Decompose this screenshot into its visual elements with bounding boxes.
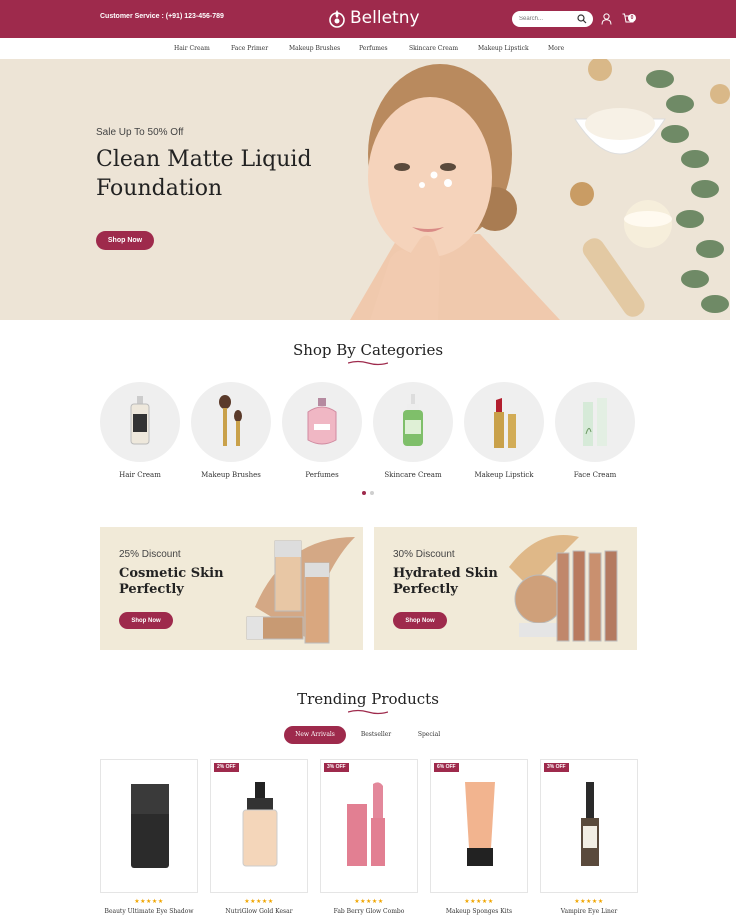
search-input[interactable]	[519, 14, 579, 24]
discount-badge: 2% OFF	[214, 763, 239, 772]
category-image[interactable]	[282, 382, 362, 462]
rating-stars: ★★★★★	[464, 899, 494, 905]
product-name[interactable]: Makeup Sponges Kits	[430, 908, 528, 915]
customer-service-text: Customer Service : (+91) 123-456-789	[100, 13, 224, 20]
product-name[interactable]: Vampire Eye Liner	[540, 908, 638, 915]
carousel-dot[interactable]	[370, 491, 374, 495]
top-bar: Customer Service : (+91) 123-456-789 Bel…	[0, 0, 736, 38]
eye-shadow-product-image	[131, 784, 169, 868]
nav-item-makeup-lipstick[interactable]: Makeup Lipstick	[478, 45, 529, 52]
foundation-product-image	[242, 782, 278, 867]
category-image[interactable]	[555, 382, 635, 462]
product-card[interactable]: 2% OFF	[210, 759, 308, 893]
face-cream-tube-icon	[583, 398, 607, 446]
makeup-brush-icon	[219, 395, 242, 446]
banner-discount: 25% Discount	[119, 549, 181, 560]
nav-item-makeup-brushes[interactable]: Makeup Brushes	[289, 45, 340, 52]
product-card[interactable]: 3% OFF	[320, 759, 418, 893]
category-label: Face Cream	[573, 471, 617, 479]
discount-badge: 3% OFF	[324, 763, 349, 772]
category-image[interactable]	[373, 382, 453, 462]
hero-title-line1: Clean Matte Liquid	[96, 147, 312, 172]
hero-subtitle: Sale Up To 50% Off	[96, 127, 184, 138]
tab-new-arrivals[interactable]: New Arrivals	[284, 726, 346, 744]
rating-stars: ★★★★★	[244, 899, 274, 905]
category-label: Skincare Cream	[384, 471, 442, 479]
category-image[interactable]	[100, 382, 180, 462]
makeup-sponge-product-image	[465, 782, 495, 866]
product-card[interactable]: 6% OFF	[430, 759, 528, 893]
rating-stars: ★★★★★	[134, 899, 164, 905]
product-card[interactable]: 3% OFF	[540, 759, 638, 893]
discount-badge: 6% OFF	[434, 763, 459, 772]
discount-badge: 3% OFF	[544, 763, 569, 772]
skincare-bottle-icon	[403, 394, 423, 446]
carousel-dot-active[interactable]	[362, 491, 366, 495]
nav-item-face-primer[interactable]: Face Primer	[231, 45, 268, 52]
category-label: Perfumes	[305, 471, 339, 479]
banner-shop-now-button[interactable]: Shop Now	[393, 612, 447, 629]
logo-icon	[329, 10, 345, 28]
rating-stars: ★★★★★	[574, 899, 604, 905]
banner-title: Hydrated Skin Perfectly	[393, 566, 498, 597]
tab-bestseller[interactable]: Bestseller	[356, 726, 396, 744]
cart-count-badge: 0	[628, 14, 636, 22]
perfume-bottle-icon	[307, 398, 337, 445]
category-hair-cream[interactable]: Hair Cream	[100, 382, 180, 479]
hair-cream-bottle-icon	[130, 396, 150, 445]
brand-name: Belletny	[350, 8, 420, 28]
main-nav: Hair Cream Face Primer Makeup Brushes Pe…	[0, 38, 736, 59]
hero-title: Clean Matte Liquid Foundation	[96, 145, 356, 203]
title-flourish-icon	[348, 360, 388, 366]
category-label: Makeup Brushes	[201, 471, 261, 479]
product-card[interactable]	[100, 759, 198, 893]
foundation-bottles-image	[246, 537, 355, 644]
title-flourish-icon	[348, 709, 388, 715]
product-name[interactable]: Beauty Ultimate Eye Shadow	[100, 908, 198, 915]
banner-title: Cosmetic Skin Perfectly	[119, 566, 224, 597]
search-box[interactable]	[512, 11, 593, 27]
trending-title: Trending Products	[297, 690, 439, 708]
hero-model-image	[350, 59, 730, 320]
rating-stars: ★★★★★	[354, 899, 384, 905]
nav-item-hair-cream[interactable]: Hair Cream	[174, 45, 210, 52]
tab-special[interactable]: Special	[410, 726, 448, 744]
makeup-sticks-image	[509, 535, 618, 642]
user-icon[interactable]	[601, 13, 612, 25]
category-face-cream[interactable]: Face Cream	[555, 382, 635, 479]
banner-discount: 30% Discount	[393, 549, 455, 560]
category-label: Makeup Lipstick	[474, 471, 534, 479]
category-makeup-lipstick[interactable]: Makeup Lipstick	[464, 382, 544, 479]
promo-banner-hydrated: 30% Discount Hydrated Skin Perfectly Sho…	[374, 527, 637, 650]
brand-logo[interactable]: Belletny	[328, 8, 420, 28]
hero-banner: Sale Up To 50% Off Clean Matte Liquid Fo…	[0, 59, 730, 320]
eye-liner-product-image	[581, 782, 599, 866]
hero-shop-now-button[interactable]: Shop Now	[96, 231, 154, 250]
category-label: Hair Cream	[119, 471, 161, 479]
product-name[interactable]: Fab Berry Glow Combo	[320, 908, 418, 915]
category-skincare-cream[interactable]: Skincare Cream	[373, 382, 453, 479]
lipstick-icon	[494, 398, 516, 448]
search-icon[interactable]	[577, 14, 587, 24]
category-image[interactable]	[464, 382, 544, 462]
nav-item-more[interactable]: More	[548, 45, 564, 52]
category-makeup-brushes[interactable]: Makeup Brushes	[191, 382, 271, 479]
hero-title-line2: Foundation	[96, 176, 223, 201]
nav-item-skincare-cream[interactable]: Skincare Cream	[409, 45, 458, 52]
product-name[interactable]: NutriGlow Gold Kesar	[210, 908, 308, 915]
category-perfumes[interactable]: Perfumes	[282, 382, 362, 479]
lipstick-combo-product-image	[347, 782, 385, 866]
categories-title: Shop By Categories	[292, 341, 444, 359]
promo-banner-cosmetic: 25% Discount Cosmetic Skin Perfectly Sho…	[100, 527, 363, 650]
nav-item-perfumes[interactable]: Perfumes	[359, 45, 388, 52]
banner-shop-now-button[interactable]: Shop Now	[119, 612, 173, 629]
category-image[interactable]	[191, 382, 271, 462]
